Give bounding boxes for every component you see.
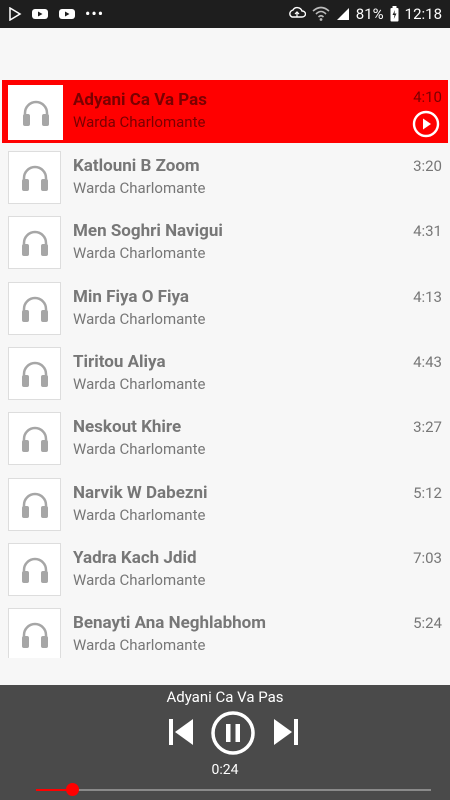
song-duration: 4:43 [413,353,442,371]
song-thumbnail [8,151,61,204]
headphones-icon [21,557,48,583]
status-bar: ••• 81% 12:18 [0,0,450,28]
status-bar-right: 81% 12:18 [288,5,450,23]
headphones-icon [21,165,48,191]
song-thumbnail [8,543,61,596]
song-list: Adyani Ca Va Pas Warda Charlomante 4:10 … [0,80,450,658]
pause-button-icon[interactable] [210,710,256,756]
youtube-icon [32,9,48,19]
song-artist: Warda Charlomante [73,375,206,393]
youtube-icon [59,9,75,19]
seek-handle[interactable] [65,783,79,796]
song-thumbnail [8,347,61,400]
song-row[interactable]: Min Fiya O Fiya Warda Charlomante 4:13 [2,277,448,340]
song-row[interactable]: Yadra Kach Jdid Warda Charlomante 7:03 [2,538,448,601]
headphones-icon [21,361,48,387]
play-store-icon [9,7,22,21]
song-artist: Warda Charlomante [73,113,206,131]
headphones-icon [21,492,48,518]
headphones-icon [21,230,48,256]
song-duration: 4:31 [413,222,442,240]
clock: 12:18 [404,5,442,23]
song-duration: 4:13 [413,288,442,306]
song-artist: Warda Charlomante [73,440,206,458]
song-duration: 3:20 [413,157,442,175]
song-artist: Warda Charlomante [73,179,206,197]
song-duration: 7:03 [413,549,442,567]
next-track-icon[interactable] [271,717,301,747]
headphones-icon [21,622,48,648]
song-artist: Warda Charlomante [73,244,206,262]
headphones-icon [22,100,49,126]
playback-controls [0,710,450,756]
sync-icon [288,6,306,18]
song-thumbnail [8,412,61,465]
song-title: Tiritou Aliya [73,352,166,372]
song-row-active[interactable]: Adyani Ca Va Pas Warda Charlomante 4:10 [2,80,448,143]
song-thumbnail [8,478,61,531]
play-circle-icon[interactable] [412,110,440,138]
headphones-icon [21,426,48,452]
song-artist: Warda Charlomante [73,506,206,524]
song-thumbnail [8,85,63,140]
seek-bar[interactable] [36,783,431,796]
song-row[interactable]: Benayti Ana Neghlabhom Warda Charlomante… [2,603,448,658]
song-row[interactable]: Men Soghri Navigui Warda Charlomante 4:3… [2,211,448,274]
song-title: Neskout Khire [73,417,182,437]
song-artist: Warda Charlomante [73,571,206,589]
headphones-icon [21,296,48,322]
more-dots-icon: ••• [85,4,105,23]
song-thumbnail [8,216,61,269]
song-thumbnail [8,608,61,658]
song-title: Adyani Ca Va Pas [73,90,207,110]
song-title: Katlouni B Zoom [73,156,200,176]
elapsed-time: 0:24 [211,762,239,778]
song-duration: 4:10 [413,88,442,106]
song-title: Yadra Kach Jdid [73,548,197,568]
song-row[interactable]: Tiritou Aliya Warda Charlomante 4:43 [2,342,448,405]
previous-track-icon[interactable] [166,717,196,747]
battery-icon [390,6,399,22]
song-artist: Warda Charlomante [73,310,206,328]
battery-percent: 81% [355,5,384,23]
song-title: Min Fiya O Fiya [73,287,190,307]
song-artist: Warda Charlomante [73,636,206,654]
signal-icon [336,8,349,20]
song-duration: 3:27 [413,418,442,436]
song-title: Men Soghri Navigui [73,221,223,241]
song-thumbnail [8,282,61,335]
song-duration: 5:12 [413,484,442,502]
song-duration: 5:24 [413,614,442,632]
wifi-icon [312,6,330,21]
song-row[interactable]: Narvik W Dabezni Warda Charlomante 5:12 [2,473,448,536]
song-title: Narvik W Dabezni [73,483,208,503]
song-title: Benayti Ana Neghlabhom [73,613,266,633]
now-playing-title: Adyani Ca Va Pas [166,688,284,706]
song-row[interactable]: Neskout Khire Warda Charlomante 3:27 [2,407,448,470]
song-row[interactable]: Katlouni B Zoom Warda Charlomante 3:20 [2,146,448,209]
now-playing-bar: Adyani Ca Va Pas 0:24 [0,685,450,800]
status-bar-left: ••• [0,6,104,22]
